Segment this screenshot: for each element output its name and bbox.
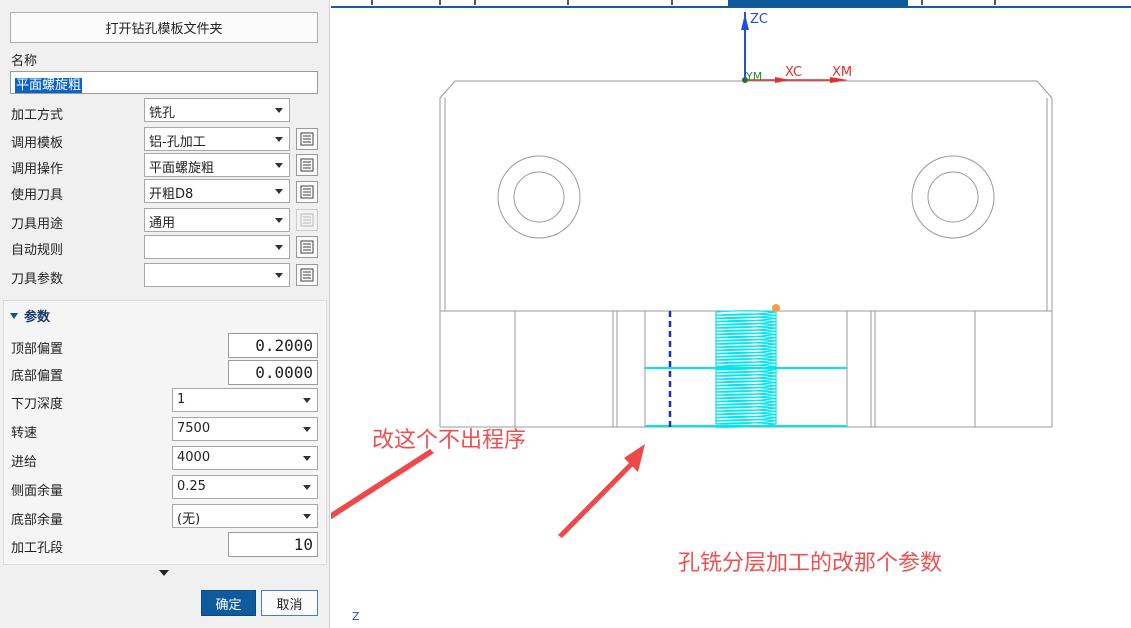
side-stock-label: 侧面余量: [11, 484, 64, 499]
top-offset-input[interactable]: 0.2000: [228, 333, 318, 358]
machining-method-select[interactable]: 铣孔: [144, 98, 290, 122]
auto-rule-label: 自动规则: [11, 243, 64, 258]
tool-params-list-button[interactable]: [296, 264, 318, 286]
list-icon: [300, 268, 314, 282]
chevron-down-icon: [275, 163, 283, 168]
name-label: 名称: [11, 54, 38, 69]
annotation-arrows: [303, 444, 645, 538]
call-operation-select[interactable]: 平面螺旋粗: [144, 153, 290, 177]
tool-params-select[interactable]: [144, 263, 290, 287]
bottom-offset-label: 底部偏置: [11, 369, 64, 384]
chevron-down-icon: [303, 485, 311, 490]
annotation-note-right: 孔铣分层加工的改那个参数: [678, 551, 943, 576]
list-icon: [300, 240, 314, 254]
active-tab[interactable]: [728, 0, 908, 6]
list-icon: [300, 132, 314, 146]
chevron-down-icon: [275, 245, 283, 250]
call-operation-label: 调用操作: [11, 162, 64, 177]
xm-axis-label: XM: [832, 65, 852, 80]
tool-usage-label: 刀具用途: [11, 217, 64, 232]
chevron-down-icon: [275, 137, 283, 142]
feed-select[interactable]: 4000: [172, 446, 318, 470]
chevron-down-icon: [303, 398, 311, 403]
cancel-button[interactable]: 取消: [261, 590, 318, 616]
list-icon: [300, 213, 314, 227]
xc-axis-label: XC: [785, 65, 802, 80]
bottom-offset-input[interactable]: 0.0000: [228, 360, 318, 385]
chevron-down-icon: [303, 456, 311, 461]
step-depth-label: 下刀深度: [11, 397, 64, 412]
chevron-down-icon: [303, 427, 311, 432]
start-point-marker: [772, 304, 780, 312]
chevron-down-icon: [275, 108, 283, 113]
top-offset-label: 顶部偏置: [11, 342, 64, 357]
spindle-speed-label: 转速: [11, 426, 38, 441]
spindle-speed-select[interactable]: 7500: [172, 417, 318, 441]
step-depth-select[interactable]: 1: [172, 388, 318, 412]
list-icon: [300, 158, 314, 172]
feed-label: 进给: [11, 455, 38, 470]
operation-dialog: 打开钻孔模板文件夹 名称 平面螺旋粗 加工方式 铣孔 调用模板 铝-孔加工 调用…: [0, 0, 330, 628]
hole-segments-input[interactable]: 10: [228, 532, 318, 557]
zc-axis-label: ZC: [750, 12, 768, 27]
call-template-label: 调用模板: [11, 136, 64, 151]
open-drill-template-folder-button[interactable]: 打开钻孔模板文件夹: [10, 12, 318, 43]
helix-toolpath: [715, 310, 777, 428]
annotation-note-left: 改这个不出程序: [372, 428, 527, 453]
chevron-down-icon: [275, 218, 283, 223]
auto-rule-list-button[interactable]: [296, 236, 318, 258]
tool-params-label: 刀具参数: [11, 272, 64, 287]
expand-more-icon[interactable]: [159, 570, 169, 576]
floor-stock-label: 底部余量: [11, 513, 64, 528]
ym-axis-label: YM: [745, 70, 762, 83]
params-section-header[interactable]: 参数: [10, 306, 50, 325]
chevron-down-icon: [275, 273, 283, 278]
floor-stock-select[interactable]: (无): [172, 504, 318, 528]
ok-button[interactable]: 确定: [201, 590, 256, 616]
viewport-tab-strip: [331, 0, 1131, 8]
tool-usage-list-button: [296, 209, 318, 231]
call-template-select[interactable]: 铝-孔加工: [144, 127, 290, 151]
list-icon: [300, 185, 314, 199]
name-field[interactable]: 平面螺旋粗: [10, 71, 318, 94]
chevron-down-icon: [275, 189, 283, 194]
template-list-button[interactable]: [296, 128, 318, 150]
collapse-triangle-icon: [10, 313, 18, 319]
tool-list-button[interactable]: [296, 181, 318, 203]
use-tool-select[interactable]: 开粗D8: [144, 179, 290, 203]
side-stock-select[interactable]: 0.25: [172, 475, 318, 499]
machining-method-label: 加工方式: [11, 108, 64, 123]
operation-list-button[interactable]: [296, 154, 318, 176]
part-drawing: ZC XC XM YM Z: [303, 12, 1053, 623]
name-value: 平面螺旋粗: [15, 78, 83, 93]
auto-rule-select[interactable]: [144, 235, 290, 259]
corner-z-label: Z: [352, 610, 360, 623]
use-tool-label: 使用刀具: [11, 188, 64, 203]
hole-segments-label: 加工孔段: [11, 541, 64, 556]
tool-usage-select[interactable]: 通用: [144, 208, 290, 232]
graphics-viewport[interactable]: ZC XC XM YM Z: [303, 0, 1131, 628]
chevron-down-icon: [303, 514, 311, 519]
